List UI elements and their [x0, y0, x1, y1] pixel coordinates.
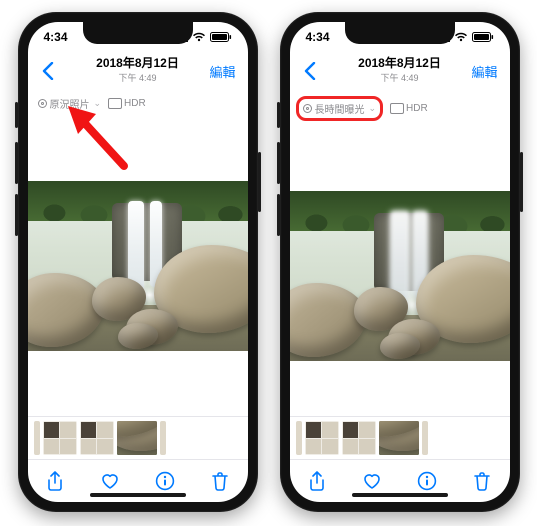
hdr-label: HDR — [406, 103, 428, 114]
wifi-icon — [454, 32, 468, 42]
device-frame-right: 4:34 2018年8月12日 下午 4:49 — [280, 12, 520, 512]
delete-button[interactable] — [209, 470, 231, 492]
power-button — [520, 152, 523, 212]
thumbnail-current[interactable] — [117, 421, 157, 455]
mute-switch — [15, 102, 18, 128]
hdr-icon — [109, 99, 121, 108]
back-button[interactable] — [38, 60, 58, 82]
volume-down — [277, 194, 280, 236]
nav-bar: 2018年8月12日 下午 4:49 編輯 — [290, 52, 510, 90]
battery-icon — [472, 32, 494, 42]
thumbnail-scrubber[interactable] — [290, 416, 510, 460]
hdr-badge: HDR — [109, 98, 146, 109]
volume-up — [15, 142, 18, 184]
screen: 4:34 2018年8月12日 下午 4:49 — [28, 22, 248, 502]
thumbnail[interactable] — [305, 421, 339, 455]
live-photo-label: 原況照片 — [50, 96, 90, 111]
home-indicator[interactable] — [352, 493, 448, 497]
device-frame-left: 4:34 2018年8月12日 下午 4:49 — [18, 12, 258, 512]
status-time: 4:34 — [306, 30, 330, 44]
thumbnail[interactable] — [160, 421, 166, 455]
photo-badges: 長時間曝光 ⌄ HDR — [290, 90, 510, 125]
favorite-button[interactable] — [361, 470, 383, 492]
live-photo-effect-picker[interactable]: 長時間曝光 ⌄ — [296, 96, 384, 121]
thumbnail[interactable] — [34, 421, 40, 455]
mute-switch — [277, 102, 280, 128]
thumbnail[interactable] — [422, 421, 428, 455]
thumbnail[interactable] — [342, 421, 376, 455]
hdr-label: HDR — [124, 98, 146, 109]
battery-icon — [210, 32, 232, 42]
notch — [345, 22, 455, 44]
hdr-badge: HDR — [391, 103, 428, 114]
share-button[interactable] — [44, 470, 66, 492]
home-indicator[interactable] — [90, 493, 186, 497]
thumbnail[interactable] — [296, 421, 302, 455]
volume-up — [277, 142, 280, 184]
status-time: 4:34 — [44, 30, 68, 44]
notch — [83, 22, 193, 44]
chevron-down-icon: ⌄ — [94, 98, 102, 109]
volume-down — [15, 194, 18, 236]
share-button[interactable] — [306, 470, 328, 492]
power-button — [258, 152, 261, 212]
live-photo-icon — [303, 104, 312, 113]
screen: 4:34 2018年8月12日 下午 4:49 — [290, 22, 510, 502]
wifi-icon — [192, 32, 206, 42]
photo-badges: 原況照片 ⌄ HDR — [28, 90, 248, 115]
live-photo-effect-picker[interactable]: 原況照片 ⌄ — [38, 96, 102, 111]
live-photo-label: 長時間曝光 — [315, 101, 365, 116]
edit-button[interactable]: 編輯 — [207, 60, 237, 83]
photo-viewer[interactable] — [290, 191, 510, 361]
info-button[interactable] — [154, 470, 176, 492]
nav-bar: 2018年8月12日 下午 4:49 編輯 — [28, 52, 248, 90]
chevron-down-icon: ⌄ — [369, 103, 377, 114]
favorite-button[interactable] — [99, 470, 121, 492]
info-button[interactable] — [416, 470, 438, 492]
back-button[interactable] — [300, 60, 320, 82]
hdr-icon — [391, 104, 403, 113]
photo-viewer[interactable] — [28, 181, 248, 351]
thumbnail[interactable] — [80, 421, 114, 455]
thumbnail-current[interactable] — [379, 421, 419, 455]
thumbnail-scrubber[interactable] — [28, 416, 248, 460]
edit-button[interactable]: 編輯 — [469, 60, 499, 83]
thumbnail[interactable] — [43, 421, 77, 455]
delete-button[interactable] — [471, 470, 493, 492]
live-photo-icon — [38, 99, 47, 108]
